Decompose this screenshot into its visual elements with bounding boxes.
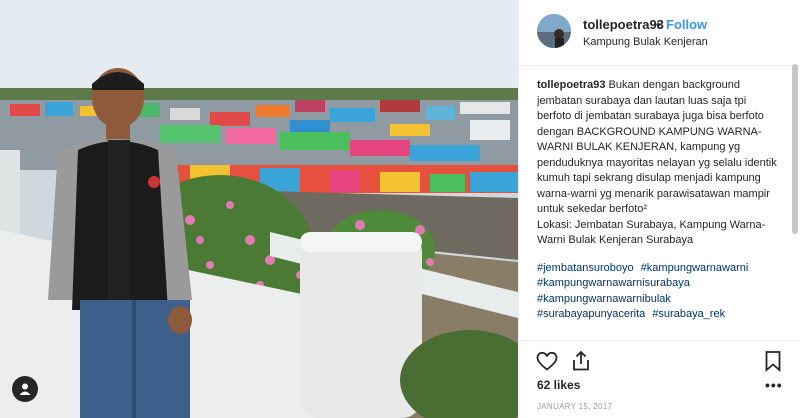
location-link[interactable]: Kampung Bulak Kenjeran bbox=[583, 36, 708, 48]
comments-section: tollepoetra93 Bukan dengan background je… bbox=[537, 78, 777, 340]
more-options-button[interactable]: ••• bbox=[765, 377, 783, 393]
instagram-post: tollepoetra93 • Follow Kampung Bulak Ken… bbox=[0, 0, 800, 418]
hashtag-link[interactable]: #kampungwarnawarni bbox=[641, 262, 749, 274]
heart-glyph bbox=[536, 351, 558, 371]
post-header: tollepoetra93 • Follow Kampung Bulak Ken… bbox=[519, 0, 800, 66]
hashtag-list: #jembatansuroboyo #kampungwarnawarni #ka… bbox=[537, 261, 769, 323]
comments-scrollbar[interactable] bbox=[792, 64, 798, 234]
follow-button[interactable]: Follow bbox=[666, 17, 707, 32]
caption: tollepoetra93 Bukan dengan background je… bbox=[537, 78, 777, 218]
bookmark-icon[interactable] bbox=[761, 349, 785, 373]
photo-illustration bbox=[0, 0, 518, 418]
post-date: JANUARY 15, 2017 bbox=[537, 402, 613, 411]
share-icon[interactable] bbox=[569, 349, 593, 373]
hashtag-link[interactable]: #surabayapunyacerita bbox=[537, 308, 645, 320]
heart-icon[interactable] bbox=[535, 349, 559, 373]
post-actions: 62 likes ••• JANUARY 15, 2017 bbox=[519, 340, 800, 418]
hashtag-link[interactable]: #kampungwarnawarnibulak bbox=[537, 293, 671, 305]
username-link[interactable]: tollepoetra93 bbox=[583, 17, 664, 32]
caption-username[interactable]: tollepoetra93 bbox=[537, 79, 605, 91]
caption-location: Lokasi: Jembatan Surabaya, Kampung Warna… bbox=[537, 218, 766, 247]
person-glyph bbox=[19, 383, 31, 395]
hashtag-link[interactable]: #kampungwarnawarnisurabaya bbox=[537, 277, 690, 289]
share-glyph bbox=[573, 350, 589, 371]
hashtag-link[interactable]: #jembatansuroboyo bbox=[537, 262, 634, 274]
caption-text: Bukan dengan background jembatan surabay… bbox=[537, 79, 777, 215]
post-photo[interactable] bbox=[0, 0, 518, 418]
separator-dot: • bbox=[656, 17, 661, 32]
post-sidebar: tollepoetra93 • Follow Kampung Bulak Ken… bbox=[518, 0, 800, 418]
avatar-image bbox=[537, 14, 571, 48]
bookmark-glyph bbox=[765, 351, 781, 372]
likes-count[interactable]: 62 likes bbox=[537, 378, 580, 392]
user-tag-icon[interactable] bbox=[12, 376, 38, 402]
hashtag-link[interactable]: #surabaya_rek bbox=[652, 308, 725, 320]
avatar[interactable] bbox=[537, 14, 571, 48]
